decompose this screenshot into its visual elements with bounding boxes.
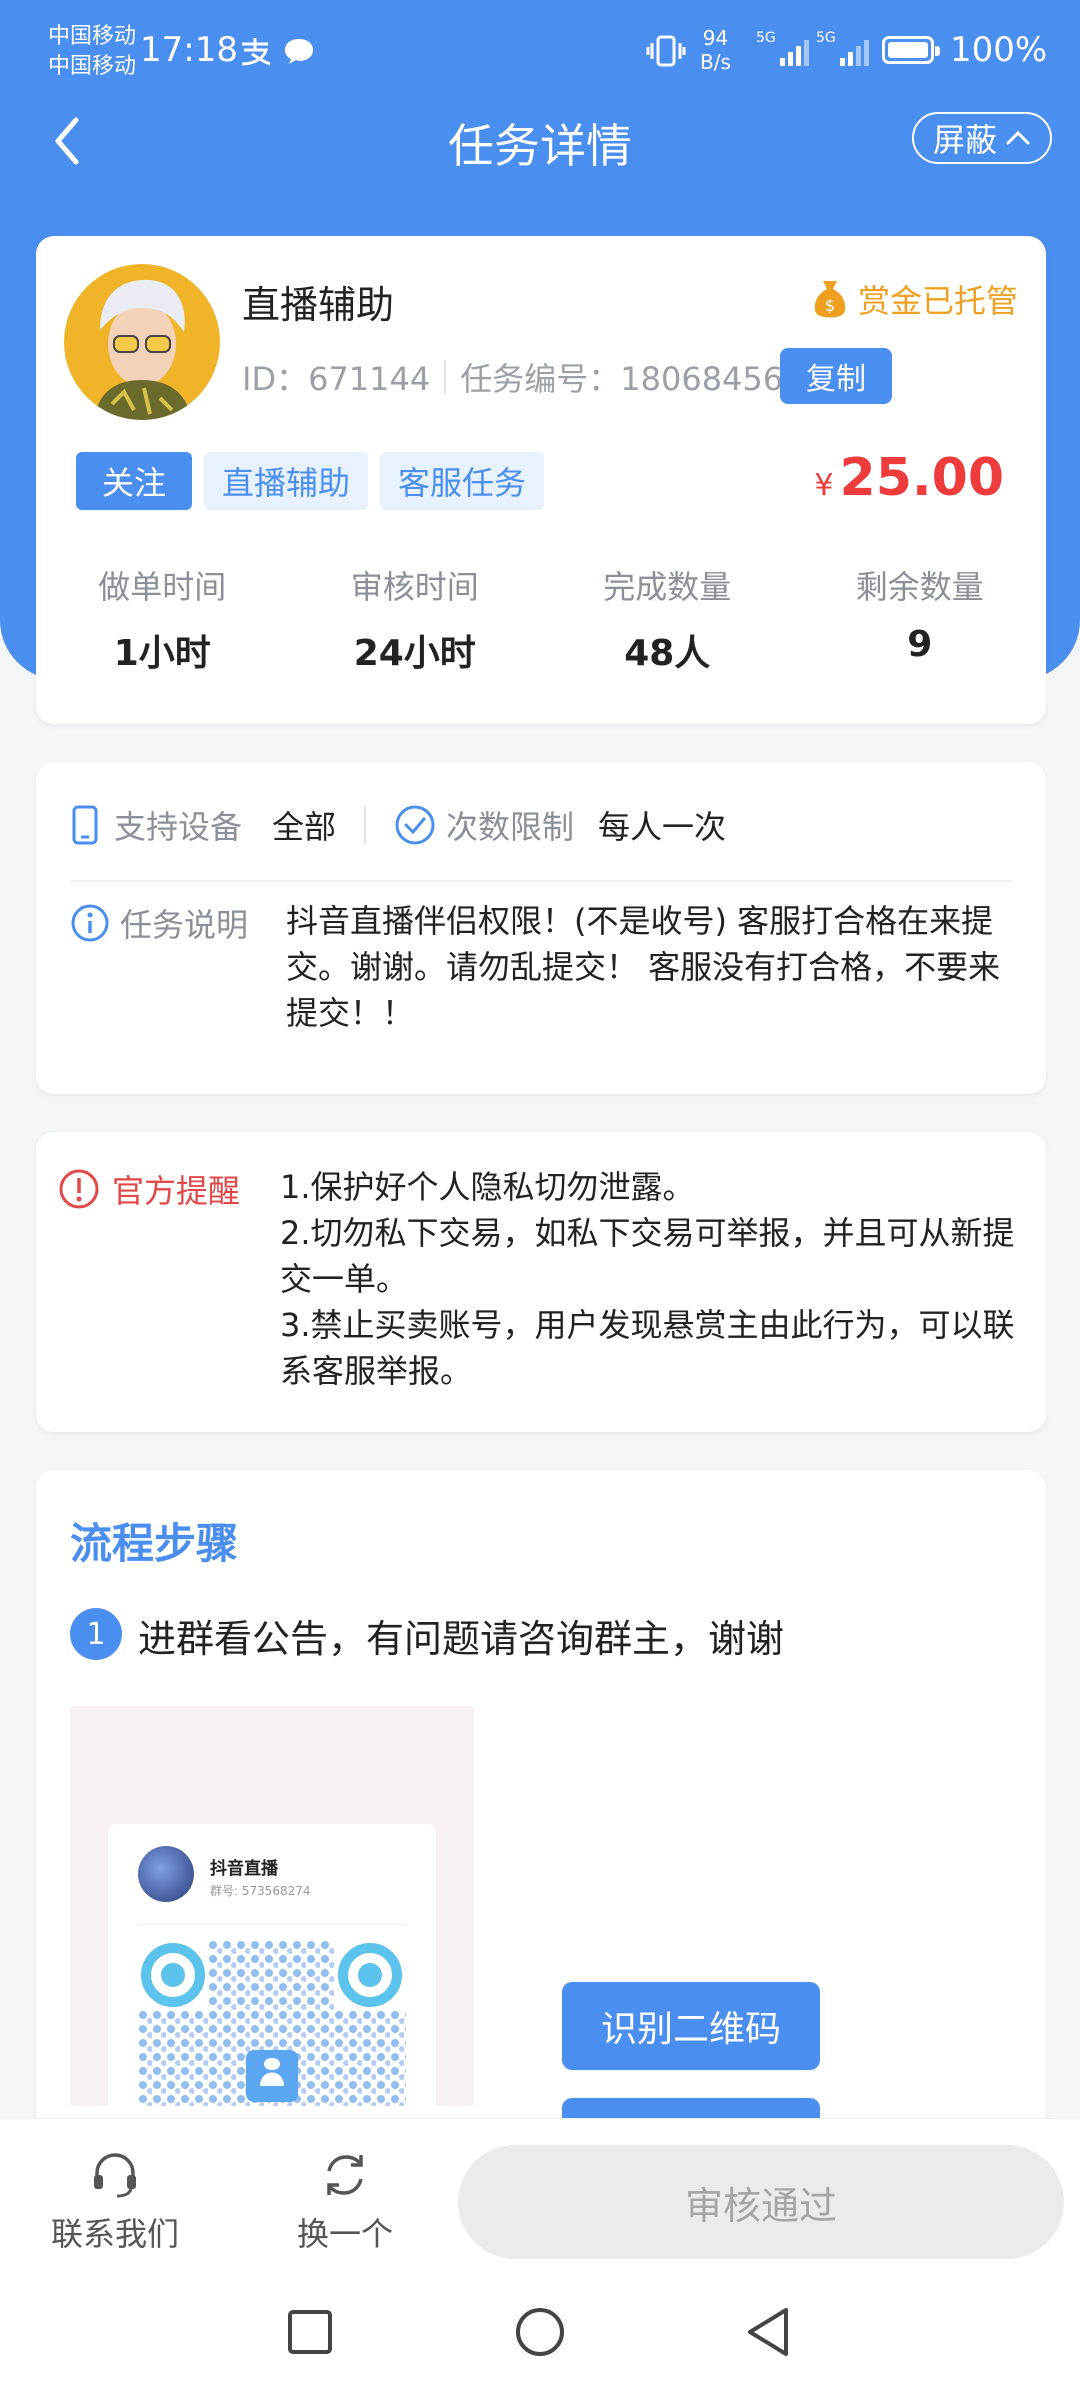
tag-customer-service: 客服任务 — [380, 452, 545, 510]
network-speed: 94 B/s — [700, 26, 731, 74]
task-id: ID：671144 — [242, 360, 431, 398]
limit-label: 次数限制 — [446, 808, 575, 846]
info-separator — [364, 806, 367, 844]
step-text: 进群看公告，有问题请咨询群主，谢谢 — [138, 1617, 785, 1661]
message-icon — [285, 39, 313, 64]
back-triangle-icon[interactable] — [744, 2306, 794, 2358]
task-name: 直播辅助 — [242, 283, 395, 327]
task-stats: 做单时间 1小时 审核时间 24小时 完成数量 48人 剩余数量 9 — [36, 562, 1046, 676]
stat-label: 完成数量 — [603, 568, 732, 606]
task-number: 任务编号：18068456 — [460, 360, 784, 398]
price-value: 25.00 — [839, 448, 1004, 508]
contact-us-button[interactable]: 联系我们 — [30, 2149, 200, 2255]
stat-value: 48人 — [624, 633, 711, 674]
task-tags: 关注 直播辅助 客服任务 — [76, 452, 545, 510]
stat-label: 剩余数量 — [855, 568, 984, 606]
status-bar: 中国移动 中国移动 17:18 94 B/s 5G 5G 100% — [0, 0, 1080, 104]
notice-label: 官方提醒 — [112, 1172, 241, 1210]
stat-value: 24小时 — [353, 633, 476, 674]
task-price: ¥25.00 — [814, 448, 1004, 508]
money-bag-icon: $ — [814, 281, 846, 318]
battery-percent: 100% — [950, 30, 1048, 70]
switch-task-button[interactable]: 换一个 — [260, 2149, 430, 2255]
clock: 17:18 — [140, 30, 238, 70]
headset-icon — [94, 2153, 136, 2198]
signal-2-icon: 5G — [816, 30, 869, 66]
alipay-icon — [241, 38, 271, 66]
stat-completed: 完成数量 48人 — [541, 562, 794, 676]
qr-card: 抖音直播 群号: 573568274 — [108, 1824, 436, 2106]
device-label: 支持设备 — [114, 808, 243, 846]
info-icon — [71, 904, 109, 942]
notice-heading: 官方提醒 — [58, 1166, 240, 1212]
carrier-labels: 中国移动 中国移动 — [48, 22, 136, 82]
signal-1-icon: 5G — [756, 30, 809, 66]
contact-us-label: 联系我们 — [50, 2215, 179, 2253]
stat-remaining: 剩余数量 9 — [794, 562, 1047, 676]
chevron-up-icon — [1006, 130, 1030, 145]
qr-group-id: 群号: 573568274 — [210, 1884, 311, 1898]
stat-label: 做单时间 — [98, 568, 227, 606]
net-speed-unit: B/s — [700, 50, 731, 74]
steps-card: 流程步骤 1 进群看公告，有问题请咨询群主，谢谢 抖音直播 群号: 573568… — [36, 1470, 1046, 2190]
switch-task-label: 换一个 — [296, 2215, 393, 2253]
signal-2-label: 5G — [816, 30, 836, 46]
carrier-1: 中国移动 — [48, 24, 137, 49]
group-avatar — [138, 1846, 194, 1902]
qr-group-name: 抖音直播 — [210, 1859, 278, 1879]
signal-1-label: 5G — [756, 30, 776, 46]
shield-button-label: 屏蔽 — [932, 121, 997, 159]
stat-value: 9 — [907, 624, 933, 665]
step-number: 1 — [70, 1608, 122, 1660]
notice-text: 1.保护好个人隐私切勿泄露。 2.切勿私下交易，如私下交易可举报，并且可从新提交… — [280, 1164, 1020, 1394]
qr-code-icon — [138, 1940, 406, 2106]
qr-code-image[interactable]: 抖音直播 群号: 573568274 — [70, 1706, 474, 2106]
notice-line: 1.保护好个人隐私切勿泄露。 — [280, 1168, 695, 1206]
vibrate-icon — [646, 35, 686, 67]
steps-title: 流程步骤 — [70, 1519, 239, 1568]
stat-value: 1小时 — [113, 633, 211, 674]
check-circle-icon — [395, 805, 435, 845]
notice-line: 2.切勿私下交易，如私下交易可举报，并且可从新提交一单。 — [280, 1214, 1015, 1298]
desc-heading: 任务说明 — [70, 900, 248, 946]
avatar — [64, 264, 220, 420]
svg-text:$: $ — [825, 296, 835, 315]
refresh-icon — [327, 2155, 363, 2195]
copy-button[interactable]: 复制 — [780, 348, 892, 404]
task-card: 直播辅助 ID：671144 任务编号：18068456 复制 $ 赏金已托管 … — [36, 236, 1046, 724]
desc-label: 任务说明 — [120, 906, 249, 944]
follow-tag[interactable]: 关注 — [76, 452, 193, 510]
info-divider — [70, 880, 1012, 882]
approve-button[interactable]: 审核通过 — [458, 2145, 1064, 2259]
stat-label: 审核时间 — [350, 568, 479, 606]
tag-live-assist: 直播辅助 — [204, 452, 369, 510]
shield-button[interactable]: 屏蔽 — [912, 112, 1052, 164]
warning-icon — [59, 1169, 99, 1209]
task-description: 抖音直播伴侣权限！(不是收号) 客服打合格在来提交。谢谢。请勿乱提交！ 客服没有… — [286, 902, 1001, 1032]
device-limit-row: 支持设备 全部 次数限制 每人一次 — [70, 802, 726, 848]
official-notice-card: 官方提醒 1.保护好个人隐私切勿泄露。 2.切勿私下交易，如私下交易可举报，并且… — [36, 1132, 1046, 1432]
battery-icon — [882, 36, 940, 64]
carrier-2: 中国移动 — [48, 54, 137, 79]
stat-review-time: 审核时间 24小时 — [289, 562, 542, 676]
stat-work-time: 做单时间 1小时 — [36, 562, 289, 676]
bottom-action-bar: 联系我们 换一个 审核通过 — [0, 2118, 1080, 2279]
notice-line: 3.禁止买卖账号，用户发现悬赏主由此行为，可以联系客服举报。 — [280, 1306, 1015, 1390]
system-nav-bar — [0, 2278, 1080, 2400]
device-value: 全部 — [272, 808, 337, 846]
qr-divider — [138, 1924, 406, 1925]
escrow-badge: $ 赏金已托管 — [810, 276, 1018, 322]
net-speed-value: 94 — [702, 26, 729, 50]
task-info-card: 支持设备 全部 次数限制 每人一次 任务说明 抖音直播伴侣权限！(不是收号) 客… — [36, 762, 1046, 1094]
id-separator — [444, 360, 447, 394]
price-currency: ¥ — [814, 468, 834, 503]
escrow-label: 赏金已托管 — [857, 282, 1018, 320]
task-ids: ID：671144 任务编号：18068456 — [242, 354, 783, 400]
scan-qr-button[interactable]: 识别二维码 — [562, 1982, 820, 2070]
recent-apps-icon[interactable] — [286, 2308, 334, 2356]
phone-icon — [72, 805, 98, 845]
home-icon[interactable] — [514, 2306, 566, 2358]
limit-value: 每人一次 — [598, 808, 727, 846]
